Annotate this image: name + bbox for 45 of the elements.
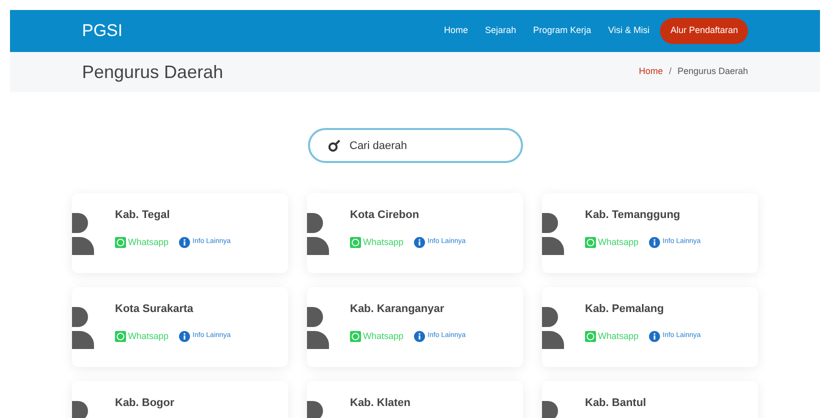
region-name: Kab. Klaten — [350, 396, 411, 411]
region-name: Kab. Karanganyar — [350, 302, 446, 317]
info-icon — [414, 330, 425, 342]
avatar-icon — [542, 307, 564, 349]
nav-link[interactable]: Program Kerja — [533, 24, 592, 38]
region-name: Kab. Bogor — [115, 396, 174, 411]
info-icon — [414, 236, 425, 248]
brand-logo[interactable]: PGSI — [82, 18, 123, 44]
region-name: Kab. Pemalang — [585, 302, 665, 317]
chat-icon — [115, 236, 126, 248]
nav-link[interactable]: Visi & Misi — [608, 24, 650, 38]
avatar-icon — [72, 307, 94, 349]
info-icon — [648, 236, 660, 248]
region-name: Kota Cirebon — [350, 208, 420, 223]
breadcrumb-link[interactable]: Home — [638, 65, 663, 79]
whatsapp-link[interactable]: Whatsapp — [350, 330, 404, 343]
whatsapp-link[interactable]: Whatsapp — [585, 236, 639, 249]
breadcrumb-separator: / — [668, 65, 672, 78]
region-name: Kab. Tegal — [115, 208, 171, 223]
page-title: Pengurus Daerah — [82, 60, 224, 84]
avatar-icon — [307, 213, 329, 255]
register-button[interactable]: Alur Pendaftaran — [660, 18, 748, 44]
info-icon — [178, 236, 190, 248]
search-icon — [328, 139, 340, 152]
avatar-icon — [542, 213, 564, 255]
whatsapp-link[interactable]: Whatsapp — [115, 330, 169, 343]
search-field[interactable]: Cari daerah — [308, 128, 522, 163]
info-icon — [648, 330, 660, 342]
nav-link[interactable]: Home — [444, 24, 468, 38]
whatsapp-link[interactable]: Whatsapp — [350, 236, 404, 249]
chat-icon — [585, 236, 596, 248]
avatar-icon — [72, 213, 94, 255]
region-name: Kab. Temanggung — [585, 208, 682, 223]
whatsapp-link[interactable]: Whatsapp — [115, 236, 169, 249]
nav-link[interactable]: Sejarah — [485, 24, 516, 38]
chat-icon — [350, 236, 361, 248]
info-icon — [178, 330, 190, 342]
chat-icon — [115, 330, 126, 342]
chat-icon — [585, 330, 596, 342]
region-name: Kab. Bantul — [585, 396, 646, 411]
whatsapp-link[interactable]: Whatsapp — [585, 330, 639, 343]
breadcrumb-current: Pengurus Daerah — [677, 65, 748, 78]
chat-icon — [350, 330, 361, 342]
avatar-icon — [307, 307, 329, 349]
region-name: Kota Surakarta — [115, 302, 194, 317]
